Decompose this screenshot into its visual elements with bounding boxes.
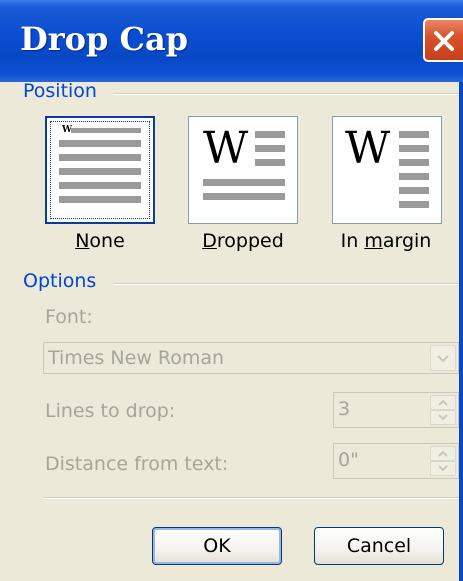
window-border <box>459 82 463 581</box>
position-group-divider <box>113 93 459 95</box>
lines-to-drop-label: Lines to drop: <box>45 400 176 422</box>
chevron-down-icon <box>438 414 448 421</box>
distance-up-button[interactable] <box>430 446 456 461</box>
dropped-mnemonic: D <box>202 230 217 252</box>
drop-cap-none-label[interactable]: None <box>25 230 175 252</box>
distance-from-text-spinner[interactable]: 0" <box>333 443 459 479</box>
distance-down-button[interactable] <box>430 461 456 476</box>
drop-cap-in-margin-label[interactable]: In margin <box>311 230 461 252</box>
position-group-label: Position <box>23 80 97 102</box>
chevron-down-icon <box>438 465 448 472</box>
dialog-title: Drop Cap <box>20 20 189 58</box>
chevron-up-icon <box>438 450 448 457</box>
big-w-letter: W <box>203 123 249 174</box>
drop-cap-in-margin-option[interactable]: W <box>332 116 442 224</box>
font-value: Times New Roman <box>48 347 225 369</box>
options-group-label: Options <box>23 270 97 292</box>
cancel-button[interactable]: Cancel <box>314 527 444 565</box>
lines-down-button[interactable] <box>430 410 456 425</box>
distance-from-text-value: 0" <box>338 449 359 471</box>
distance-from-text-label: Distance from text: <box>45 453 229 475</box>
in-margin-label-rest: argin <box>382 230 432 252</box>
dropped-label-rest: ropped <box>216 230 284 252</box>
margin-w-letter: W <box>345 123 391 174</box>
drop-cap-dropped-label[interactable]: Dropped <box>168 230 318 252</box>
lines-to-drop-spinner[interactable]: 3 <box>333 392 459 428</box>
font-label: Font: <box>45 306 93 328</box>
chevron-down-icon <box>437 355 449 363</box>
in-margin-mnemonic: m <box>364 230 383 252</box>
none-mnemonic: N <box>75 230 90 252</box>
ok-button[interactable]: OK <box>152 527 282 565</box>
close-button[interactable] <box>423 18 463 62</box>
lines-to-drop-value: 3 <box>338 398 351 420</box>
drop-cap-dropped-option[interactable]: W <box>188 116 298 224</box>
font-combobox[interactable]: Times New Roman <box>43 342 459 374</box>
close-icon <box>434 31 454 51</box>
in-margin-label-start: In <box>340 230 365 252</box>
font-dropdown-button[interactable] <box>430 345 456 371</box>
title-bar[interactable]: Drop Cap <box>0 0 463 82</box>
none-label-rest: one <box>89 230 125 252</box>
lines-up-button[interactable] <box>430 395 456 410</box>
button-separator <box>43 497 459 499</box>
options-group-divider <box>113 283 459 285</box>
drop-cap-none-option[interactable]: W <box>45 116 155 224</box>
chevron-up-icon <box>438 399 448 406</box>
